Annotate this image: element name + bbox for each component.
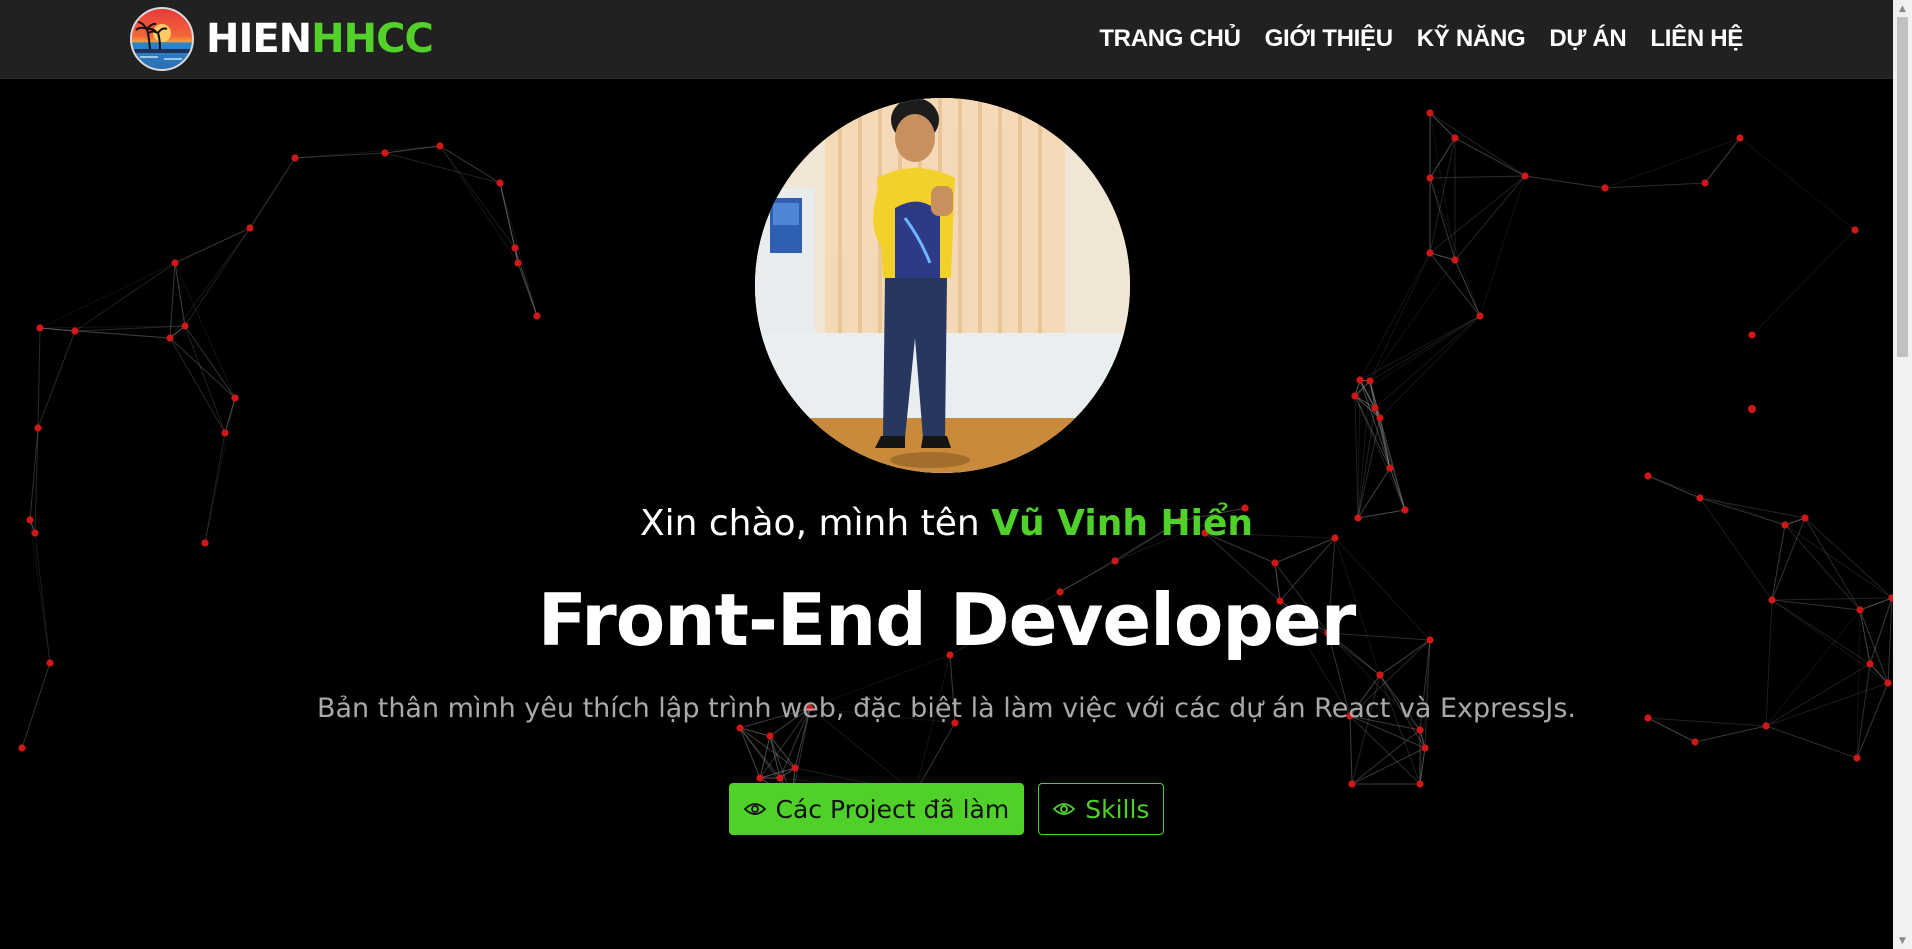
main-nav: TRANG CHỦ GIỚI THIỆU KỸ NĂNG DỰ ÁN LIÊN … [1099, 0, 1743, 78]
person-name: Vũ Vinh Hiển [991, 503, 1254, 544]
projects-button-label: Các Project đã làm [775, 794, 1010, 824]
avatar [755, 98, 1130, 473]
greeting-text: Xin chào, mình tên [639, 503, 980, 544]
hero-buttons: Các Project đã làm Skills [0, 783, 1893, 835]
scroll-down-arrow-icon[interactable]: ▼ [1893, 932, 1912, 949]
nav-trang-chu[interactable]: TRANG CHỦ [1099, 25, 1241, 53]
hero-description: Bản thân mình yêu thích lập trình web, đ… [316, 693, 1577, 724]
job-title: Front-End Developer [537, 578, 1357, 662]
nav-lien-he[interactable]: LIÊN HỆ [1650, 25, 1743, 53]
nav-ky-nang[interactable]: KỸ NĂNG [1417, 25, 1526, 53]
brand-name: HIENHHCC [206, 16, 434, 62]
nav-du-an[interactable]: DỰ ÁN [1549, 25, 1626, 53]
page: HIENHHCC TRANG CHỦ GIỚI THIỆU KỸ NĂNG DỰ… [0, 0, 1893, 949]
eye-icon [1053, 803, 1076, 815]
palm-sunset-logo-icon [130, 7, 194, 71]
brand[interactable]: HIENHHCC [130, 7, 434, 71]
eye-icon [743, 803, 766, 815]
brand-name-part2: HHCC [311, 16, 434, 62]
greeting: Xin chào, mình tên Vũ Vinh Hiển [0, 503, 1893, 544]
projects-button[interactable]: Các Project đã làm [728, 783, 1025, 835]
skills-button[interactable]: Skills [1038, 783, 1165, 835]
brand-name-part1: HIEN [206, 16, 312, 62]
skills-button-label: Skills [1085, 794, 1150, 824]
page-scrollbar[interactable]: ▲ ▼ [1893, 0, 1912, 949]
navbar: HIENHHCC TRANG CHỦ GIỚI THIỆU KỸ NĂNG DỰ… [0, 0, 1893, 78]
scrollbar-thumb[interactable] [1897, 17, 1908, 357]
nav-gioi-thieu[interactable]: GIỚI THIỆU [1265, 25, 1393, 53]
scroll-up-arrow-icon[interactable]: ▲ [1893, 0, 1912, 17]
hero-section: Xin chào, mình tên Vũ Vinh Hiển Front-En… [0, 78, 1893, 949]
